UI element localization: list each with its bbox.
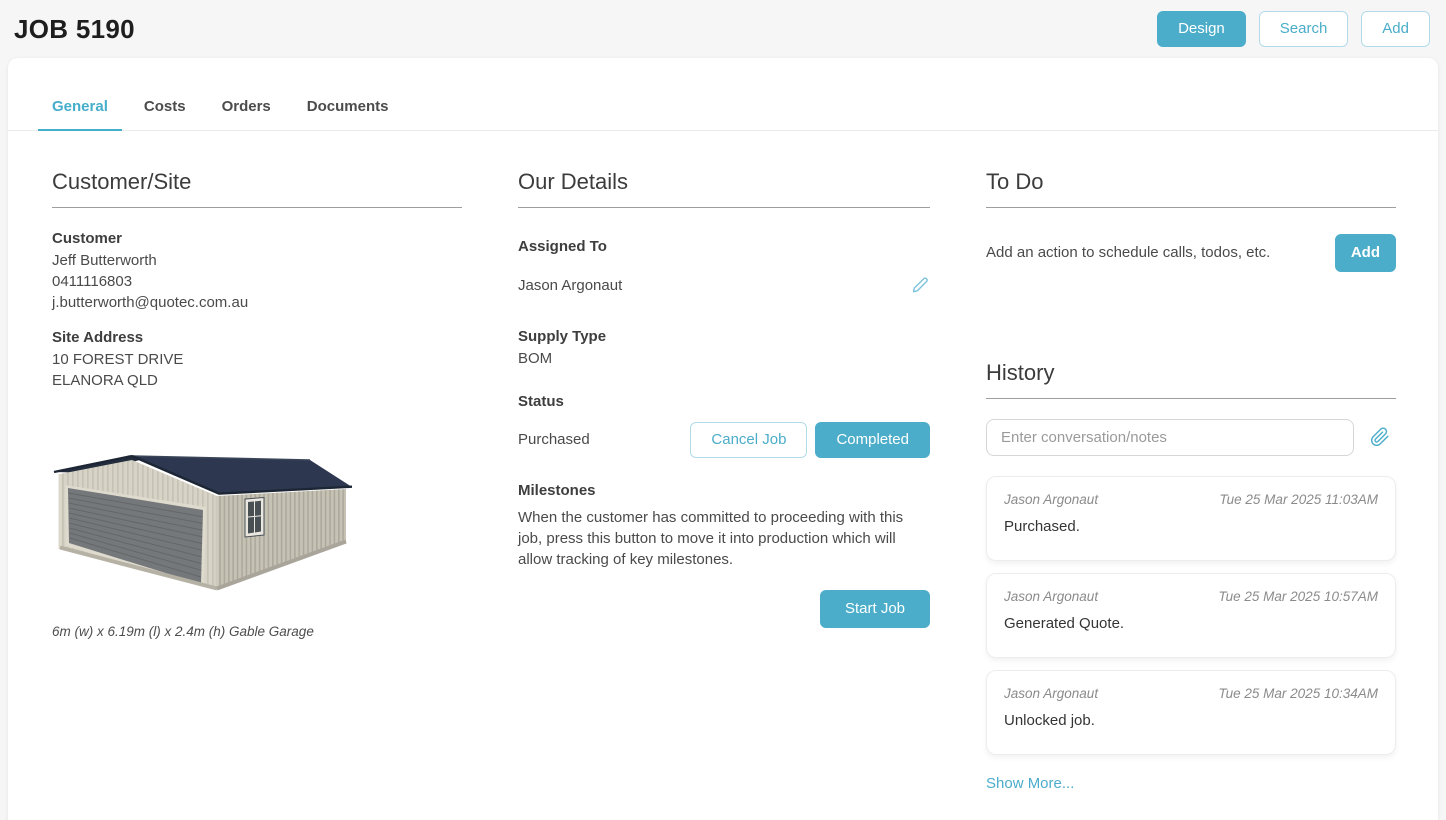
todo-add-button[interactable]: Add bbox=[1335, 234, 1396, 272]
page-title: JOB 5190 bbox=[14, 14, 135, 45]
history-entry-card: Jason Argonaut Tue 25 Mar 2025 11:03AM P… bbox=[986, 476, 1396, 561]
assigned-to-row: Jason Argonaut bbox=[518, 275, 930, 296]
history-heading: History bbox=[986, 360, 1396, 399]
todo-history-column: To Do Add an action to schedule calls, t… bbox=[986, 169, 1396, 793]
history-input-row bbox=[986, 419, 1396, 456]
customer-name: Jeff Butterworth bbox=[52, 250, 462, 271]
our-details-heading: Our Details bbox=[518, 169, 930, 208]
completed-button[interactable]: Completed bbox=[815, 422, 930, 458]
todo-heading: To Do bbox=[986, 169, 1396, 208]
building-render-image bbox=[52, 445, 462, 608]
history-entry-meta: Jason Argonaut Tue 25 Mar 2025 11:03AM bbox=[1004, 492, 1378, 507]
attachment-paperclip-icon[interactable] bbox=[1370, 427, 1390, 447]
history-entry-text: Purchased. bbox=[1004, 518, 1378, 535]
customer-email: j.butterworth@quotec.com.au bbox=[52, 292, 462, 313]
supply-type-value: BOM bbox=[518, 348, 930, 369]
job-detail-card: General Costs Orders Documents Customer/… bbox=[8, 58, 1438, 820]
history-entry-text: Generated Quote. bbox=[1004, 615, 1378, 632]
content-grid: Customer/Site Customer Jeff Butterworth … bbox=[8, 131, 1438, 793]
start-job-button[interactable]: Start Job bbox=[820, 590, 930, 628]
search-button[interactable]: Search bbox=[1259, 11, 1349, 47]
customer-phone: 0411116803 bbox=[52, 271, 462, 292]
history-entry-author: Jason Argonaut bbox=[1004, 686, 1098, 701]
history-entry-timestamp: Tue 25 Mar 2025 10:57AM bbox=[1218, 589, 1378, 604]
assigned-to-value: Jason Argonaut bbox=[518, 275, 622, 296]
history-entry-author: Jason Argonaut bbox=[1004, 589, 1098, 604]
status-value: Purchased bbox=[518, 429, 590, 450]
tab-documents[interactable]: Documents bbox=[293, 92, 403, 130]
history-entry-card: Jason Argonaut Tue 25 Mar 2025 10:34AM U… bbox=[986, 670, 1396, 755]
supply-type-label: Supply Type bbox=[518, 328, 930, 345]
status-buttons: Cancel Job Completed bbox=[690, 422, 930, 458]
history-section: History Jason Argonaut Tue 25 Mar 2025 1… bbox=[986, 360, 1396, 793]
customer-label: Customer bbox=[52, 230, 462, 247]
history-entry-meta: Jason Argonaut Tue 25 Mar 2025 10:57AM bbox=[1004, 589, 1378, 604]
cancel-job-button[interactable]: Cancel Job bbox=[690, 422, 807, 458]
todo-section: To Do Add an action to schedule calls, t… bbox=[986, 169, 1396, 272]
history-entry-timestamp: Tue 25 Mar 2025 11:03AM bbox=[1219, 492, 1378, 507]
building-caption: 6m (w) x 6.19m (l) x 2.4m (h) Gable Gara… bbox=[52, 624, 462, 639]
assigned-to-label: Assigned To bbox=[518, 238, 930, 255]
history-entry-author: Jason Argonaut bbox=[1004, 492, 1098, 507]
our-details-section: Our Details Assigned To Jason Argonaut S… bbox=[518, 169, 930, 793]
history-entry-text: Unlocked job. bbox=[1004, 712, 1378, 729]
tab-bar: General Costs Orders Documents bbox=[8, 58, 1438, 131]
todo-add-row: Add an action to schedule calls, todos, … bbox=[986, 234, 1396, 272]
history-entry-meta: Jason Argonaut Tue 25 Mar 2025 10:34AM bbox=[1004, 686, 1378, 701]
history-entry-timestamp: Tue 25 Mar 2025 10:34AM bbox=[1218, 686, 1378, 701]
edit-pencil-icon[interactable] bbox=[910, 275, 930, 295]
todo-hint-text: Add an action to schedule calls, todos, … bbox=[986, 244, 1270, 261]
gable-garage-illustration bbox=[52, 445, 354, 603]
customer-site-heading: Customer/Site bbox=[52, 169, 462, 208]
status-row: Purchased Cancel Job Completed bbox=[518, 422, 930, 458]
history-entry-card: Jason Argonaut Tue 25 Mar 2025 10:57AM G… bbox=[986, 573, 1396, 658]
tab-general[interactable]: General bbox=[38, 92, 122, 131]
start-job-row: Start Job bbox=[518, 590, 930, 628]
design-button[interactable]: Design bbox=[1157, 11, 1246, 47]
tab-orders[interactable]: Orders bbox=[208, 92, 285, 130]
show-more-link[interactable]: Show More... bbox=[986, 775, 1074, 792]
tab-costs[interactable]: Costs bbox=[130, 92, 200, 130]
conversation-notes-input[interactable] bbox=[986, 419, 1354, 456]
site-address-label: Site Address bbox=[52, 329, 462, 346]
site-address-line1: 10 FOREST DRIVE bbox=[52, 349, 462, 370]
add-button[interactable]: Add bbox=[1361, 11, 1430, 47]
customer-site-section: Customer/Site Customer Jeff Butterworth … bbox=[52, 169, 462, 793]
topbar-buttons: Design Search Add bbox=[1157, 11, 1430, 47]
status-label: Status bbox=[518, 393, 930, 410]
topbar: JOB 5190 Design Search Add bbox=[0, 0, 1446, 58]
site-address-line2: ELANORA QLD bbox=[52, 370, 462, 391]
milestones-description: When the customer has committed to proce… bbox=[518, 507, 930, 570]
milestones-label: Milestones bbox=[518, 482, 930, 499]
